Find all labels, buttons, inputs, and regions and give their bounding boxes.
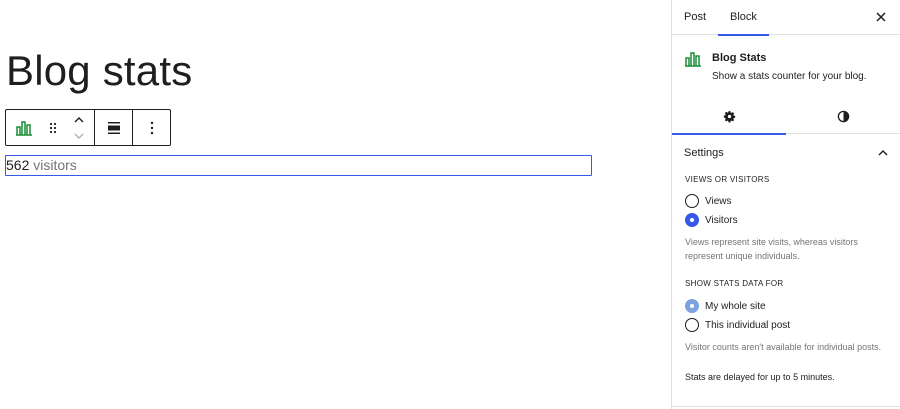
settings-panel-toggle[interactable]: Settings (672, 134, 900, 171)
radio-individual-post[interactable]: This individual post (685, 316, 900, 334)
stats-count: 562 (6, 157, 30, 173)
radio-individual-post-label: This individual post (705, 319, 791, 331)
inspector-tabs (672, 99, 900, 135)
radio-visitors-control[interactable] (685, 213, 699, 227)
stats-delay-note: Stats are delayed for up to 5 minutes. (685, 372, 835, 382)
radio-visitors[interactable]: Visitors (685, 211, 900, 229)
gear-icon (723, 111, 735, 123)
radio-whole-site[interactable]: My whole site (685, 297, 900, 315)
toolbar-group-options (133, 110, 170, 145)
tab-settings[interactable] (672, 99, 786, 135)
radio-views-label: Views (705, 195, 732, 207)
settings-panel: Settings VIEWS OR VISITORS Views Visitor… (672, 134, 900, 382)
tab-block[interactable]: Block (718, 0, 769, 36)
drag-handle-icon (49, 122, 57, 133)
chevron-up-icon (74, 116, 84, 122)
bar-chart-icon (16, 120, 32, 136)
radio-views[interactable]: Views (685, 192, 900, 210)
radio-whole-site-label: My whole site (705, 300, 766, 312)
show-stats-for-help: Visitor counts aren't available for indi… (685, 342, 882, 352)
tab-styles[interactable] (786, 99, 900, 134)
show-stats-for-label: SHOW STATS DATA FOR (685, 279, 784, 288)
radio-individual-post-control[interactable] (685, 318, 699, 332)
blog-stats-block[interactable]: 562 visitors (5, 155, 592, 176)
move-down-button[interactable] (73, 130, 85, 142)
radio-visitors-label: Visitors (705, 214, 738, 226)
toolbar-group-align (95, 110, 133, 145)
views-or-visitors-label: VIEWS OR VISITORS (685, 175, 770, 184)
views-or-visitors-help: Views represent site visits, whereas vis… (685, 237, 858, 261)
editor-canvas: Blog stats 562 visitors (0, 0, 671, 409)
align-button[interactable] (95, 110, 132, 145)
panel-divider (672, 406, 900, 407)
align-none-icon (107, 121, 120, 134)
options-button[interactable] (133, 110, 170, 145)
stats-label: visitors (29, 157, 77, 173)
radio-views-control[interactable] (685, 194, 699, 208)
sidebar-tabs: Post Block (672, 0, 900, 36)
chevron-up-icon (878, 150, 888, 156)
chevron-down-icon (74, 133, 84, 139)
tab-post[interactable]: Post (672, 0, 718, 35)
more-vertical-icon (150, 121, 153, 134)
drag-handle[interactable] (42, 110, 64, 145)
toolbar-group-parent (6, 110, 95, 145)
settings-sidebar: Post Block Blog Stats Show a stats count… (671, 0, 900, 409)
radio-whole-site-control[interactable] (685, 299, 699, 313)
block-card-description: Show a stats counter for your blog. (712, 71, 867, 82)
post-title[interactable]: Blog stats (6, 44, 192, 98)
block-type-button[interactable] (6, 110, 42, 145)
block-toolbar (5, 109, 171, 146)
move-up-button[interactable] (73, 114, 85, 126)
close-icon[interactable] (874, 10, 888, 24)
bar-chart-icon (685, 52, 701, 67)
block-card-title: Blog Stats (712, 52, 767, 64)
settings-panel-title: Settings (684, 146, 724, 159)
block-movers (64, 110, 94, 145)
contrast-icon (837, 110, 849, 123)
